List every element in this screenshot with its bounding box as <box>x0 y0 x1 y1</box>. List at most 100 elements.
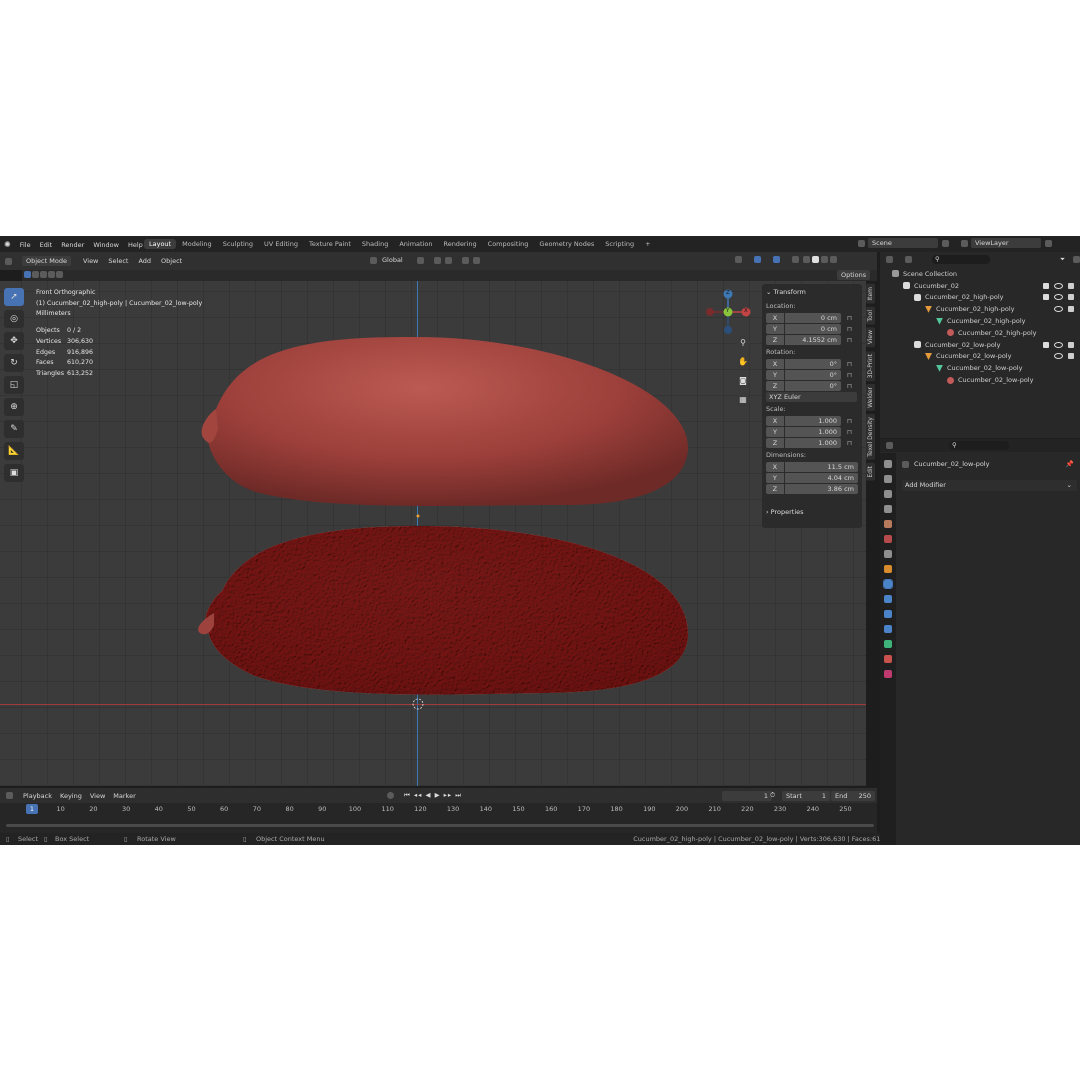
select-mode-new-icon[interactable] <box>24 271 31 278</box>
location-z-field[interactable]: Z 4.1552 cm ⊓ <box>766 335 858 345</box>
tab-animation[interactable]: Animation <box>394 239 437 249</box>
tab-3d-print[interactable]: 3D-Print <box>866 350 875 381</box>
view-layer-tab-icon[interactable] <box>884 505 892 513</box>
outliner-item[interactable]: Scene Collection <box>880 268 1080 280</box>
menu-add[interactable]: Add <box>138 257 151 265</box>
transform-header[interactable]: ⌄ Transform <box>762 284 862 300</box>
data-tab-icon[interactable] <box>884 640 892 648</box>
scale-y-field[interactable]: Y 1.000 ⊓ <box>766 427 858 437</box>
frame-ruler[interactable]: 1102030405060708090100110120130140150160… <box>0 805 877 815</box>
add-cube-tool-icon[interactable]: ▣ <box>4 464 24 482</box>
display-mode-icon[interactable] <box>904 255 912 263</box>
properties-search[interactable]: ⚲ <box>949 441 1009 450</box>
tab-rendering[interactable]: Rendering <box>438 239 481 249</box>
particles-tab-icon[interactable] <box>884 595 892 603</box>
menu-window[interactable]: Window <box>93 241 119 249</box>
tool-tab-icon[interactable] <box>884 460 892 468</box>
dimensions-z-field[interactable]: Z 3.86 cm <box>766 484 858 494</box>
location-x-field[interactable]: X0 cm ⊓ <box>766 313 858 323</box>
wireframe-shading-icon[interactable] <box>803 256 810 263</box>
camera-icon[interactable] <box>1068 353 1074 360</box>
xray-icon[interactable] <box>792 256 799 263</box>
transport-buttons[interactable]: ⏮ ◂◂ ◀ ▶ ▸▸ ⏭ <box>404 791 462 800</box>
menu-select[interactable]: Select <box>108 257 128 265</box>
navigation-gizmo[interactable]: Z X Y <box>703 287 753 339</box>
tab-edit[interactable]: Edit <box>866 462 875 481</box>
properties-editor-icon[interactable] <box>886 442 893 449</box>
texture-tab-icon[interactable] <box>884 670 892 678</box>
eye-icon[interactable] <box>1054 341 1063 348</box>
view-menu[interactable]: View <box>90 792 105 800</box>
tab-welder[interactable]: Welder <box>866 383 875 411</box>
editor-type-icon[interactable] <box>5 257 12 265</box>
stopwatch-icon[interactable]: ⏱ <box>770 791 775 800</box>
perspective-grid-icon[interactable]: ▦ <box>736 393 750 407</box>
tab-view[interactable]: View <box>866 327 875 348</box>
end-frame-field[interactable]: End 250 <box>831 790 875 801</box>
measure-tool-icon[interactable]: 📐 <box>4 442 24 460</box>
tab-item[interactable]: Item <box>866 284 875 304</box>
new-collection-icon[interactable] <box>1073 255 1080 263</box>
add-workspace-icon[interactable]: + <box>640 239 655 249</box>
menu-help[interactable]: Help <box>128 241 143 249</box>
output-tab-icon[interactable] <box>884 490 892 498</box>
properties-subpanel-header[interactable]: › Properties <box>762 504 862 520</box>
rotation-y-field[interactable]: Y 0° ⊓ <box>766 370 858 380</box>
select-tool-icon[interactable]: ➚ <box>4 288 24 306</box>
snap-target-icon[interactable] <box>444 256 452 264</box>
menu-file[interactable]: File <box>20 241 31 249</box>
outliner-item[interactable]: Cucumber_02_low-poly <box>880 339 1080 351</box>
keying-menu[interactable]: Keying <box>60 792 82 800</box>
outliner-item[interactable]: Cucumber_02_high-poly <box>880 315 1080 327</box>
orientation-dropdown[interactable]: Global <box>382 256 403 264</box>
tab-tool[interactable]: Tool <box>866 306 875 325</box>
3d-viewport[interactable]: Front Orthographic (1) Cucumber_02_high-… <box>0 281 866 786</box>
modifier-tab-icon[interactable] <box>883 579 893 589</box>
record-icon[interactable] <box>387 792 394 799</box>
camera-icon[interactable] <box>1068 341 1074 348</box>
rotation-x-field[interactable]: X 0° ⊓ <box>766 359 858 369</box>
camera-icon[interactable] <box>1068 306 1074 313</box>
rotation-mode-dropdown[interactable]: XYZ Euler <box>766 392 858 402</box>
select-mode-subtract-icon[interactable] <box>40 271 47 278</box>
blender-logo-icon[interactable]: ✺ <box>4 240 11 249</box>
viewlayer-field[interactable]: ViewLayer <box>971 238 1041 248</box>
tab-layout[interactable]: Layout <box>144 239 177 249</box>
scale-z-field[interactable]: Z 1.000 ⊓ <box>766 438 858 448</box>
scene-tab-icon[interactable] <box>884 520 892 528</box>
visibility-icon[interactable] <box>735 256 742 263</box>
annotate-tool-icon[interactable]: ✎ <box>4 420 24 438</box>
outliner-item[interactable]: Cucumber_02_low-poly <box>880 362 1080 374</box>
rendered-shading-icon[interactable] <box>830 256 837 263</box>
tab-texture-paint[interactable]: Texture Paint <box>304 239 356 249</box>
tab-sculpting[interactable]: Sculpting <box>218 239 258 249</box>
material-tab-icon[interactable] <box>884 655 892 663</box>
scale-tool-icon[interactable]: ◱ <box>4 376 24 394</box>
menu-object[interactable]: Object <box>161 257 182 265</box>
rotate-tool-icon[interactable]: ↻ <box>4 354 24 372</box>
pivot-icon[interactable] <box>416 256 424 264</box>
playhead[interactable]: 1 <box>26 804 38 814</box>
outliner-item[interactable]: Cucumber_02_high-poly <box>880 292 1080 304</box>
constraints-tab-icon[interactable] <box>884 625 892 633</box>
overlay-toggle-icon[interactable] <box>773 256 780 263</box>
camera-view-icon[interactable]: ◙ <box>736 374 750 388</box>
camera-icon[interactable] <box>1068 294 1074 301</box>
object-tab-icon[interactable] <box>884 565 892 573</box>
eye-icon[interactable] <box>1054 282 1063 289</box>
scene-icon[interactable] <box>858 239 865 247</box>
exclude-checkbox[interactable] <box>1043 282 1049 289</box>
mode-dropdown[interactable]: Object Mode <box>22 256 71 266</box>
current-frame-field[interactable]: 1 <box>722 790 772 801</box>
move-tool-icon[interactable]: ✥ <box>4 332 24 350</box>
collection-tab-icon[interactable] <box>884 550 892 558</box>
select-mode-extend-icon[interactable] <box>32 271 39 278</box>
tab-geometry-nodes[interactable]: Geometry Nodes <box>534 239 599 249</box>
outliner-item[interactable]: Cucumber_02_high-poly <box>880 327 1080 339</box>
solid-shading-icon[interactable] <box>812 256 819 263</box>
tab-uv-editing[interactable]: UV Editing <box>259 239 303 249</box>
outliner-item[interactable]: Cucumber_02_high-poly <box>880 303 1080 315</box>
snap-icon[interactable] <box>433 256 441 264</box>
dimensions-x-field[interactable]: X 11.5 cm <box>766 462 858 472</box>
options-dropdown[interactable]: Options <box>837 270 871 280</box>
